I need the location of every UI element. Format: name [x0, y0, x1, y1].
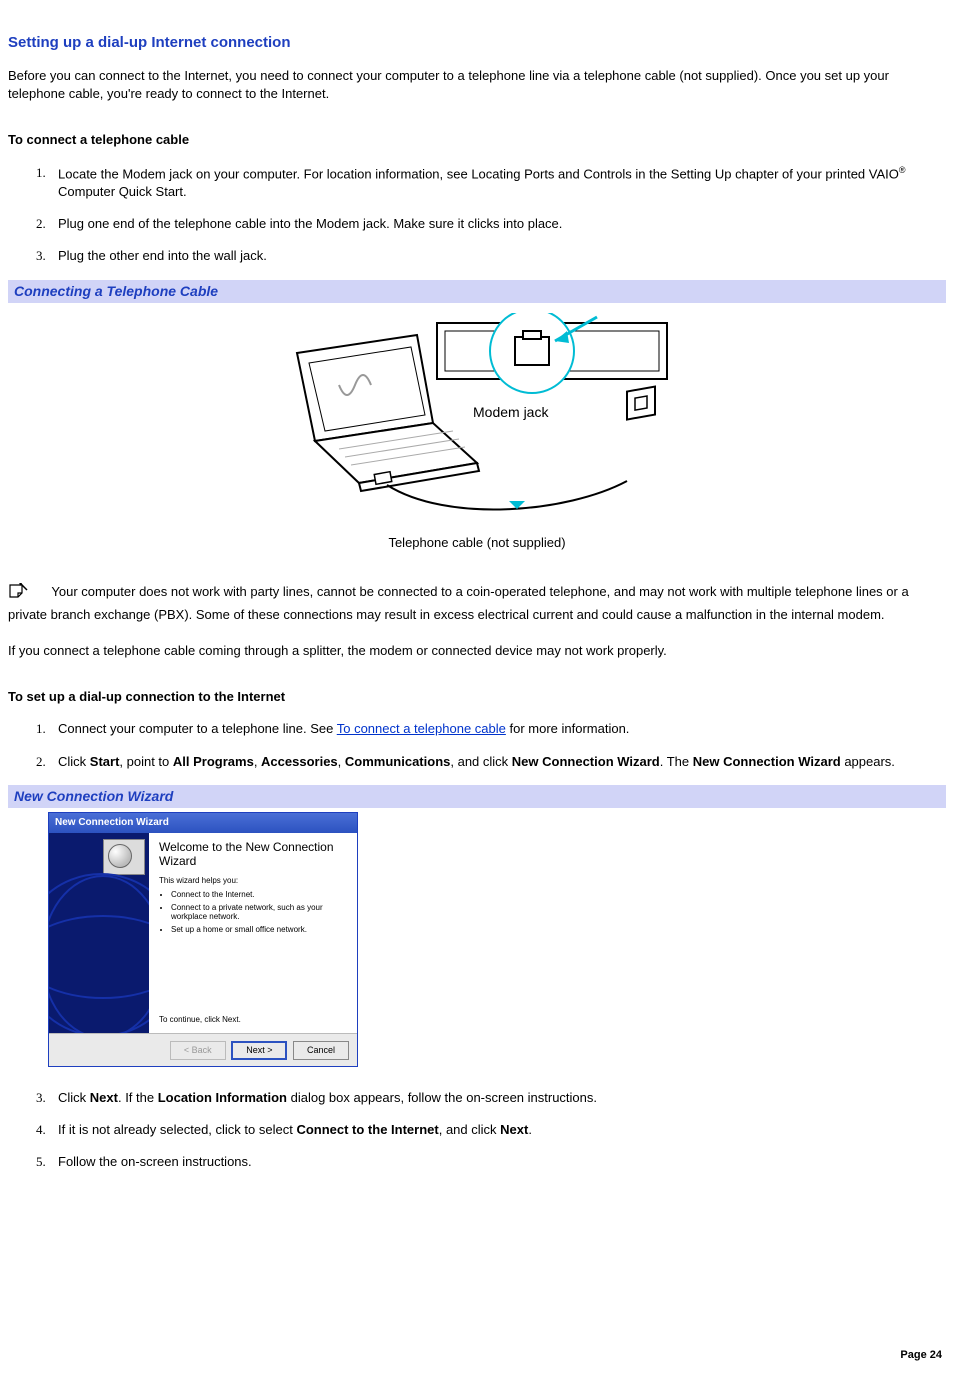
figure1-caption: Connecting a Telephone Cable — [8, 280, 946, 304]
back-button[interactable]: < Back — [170, 1041, 226, 1060]
list-text: for more information. — [506, 721, 630, 736]
list-number: 1. — [36, 164, 46, 182]
next-button[interactable]: Next > — [231, 1041, 287, 1060]
wizard-sidebar-icon — [103, 839, 145, 875]
list-item: 1. Connect your computer to a telephone … — [36, 720, 946, 738]
list-item: 1. Locate the Modem jack on your compute… — [36, 164, 946, 202]
page-number: Page 24 — [900, 1348, 942, 1363]
wizard-buttons: < Back Next > Cancel — [49, 1033, 357, 1066]
list-item: 4. If it is not already selected, click … — [36, 1121, 946, 1139]
list-item: 3. Click Next. If the Location Informati… — [36, 1089, 946, 1107]
section2-list-b: 3. Click Next. If the Location Informati… — [36, 1089, 946, 1172]
modem-jack-label: Modem jack — [473, 404, 549, 420]
section1-list: 1. Locate the Modem jack on your compute… — [36, 164, 946, 266]
list-text: Locate the Modem jack on your computer. … — [58, 166, 899, 181]
list-number: 3. — [36, 247, 46, 265]
wizard-bullet: Set up a home or small office network. — [171, 925, 347, 935]
list-number: 2. — [36, 753, 46, 771]
list-item: 2. Click Start, point to All Programs, A… — [36, 753, 946, 771]
list-text: Plug the other end into the wall jack. — [58, 248, 267, 263]
wizard-sidebar — [49, 833, 149, 1033]
cancel-button[interactable]: Cancel — [293, 1041, 349, 1060]
list-item: 5. Follow the on-screen instructions. — [36, 1153, 946, 1171]
wizard-titlebar: New Connection Wizard — [49, 813, 357, 833]
wizard-welcome: Welcome to the New Connection Wizard — [159, 841, 347, 869]
figure1-diagram: Modem jack Telephone cable (not supplied… — [8, 303, 946, 560]
wizard-continue: To continue, click Next. — [159, 1014, 241, 1025]
list-text: Plug one end of the telephone cable into… — [58, 216, 562, 231]
list-text: Connect your computer to a telephone lin… — [58, 721, 337, 736]
note-block: Your computer does not work with party l… — [8, 583, 946, 624]
wizard-helps: This wizard helps you: — [159, 875, 347, 886]
globe-icon — [49, 873, 149, 1033]
note-text-2: If you connect a telephone cable coming … — [8, 642, 946, 660]
list-number: 2. — [36, 215, 46, 233]
wizard-main: Welcome to the New Connection Wizard Thi… — [149, 833, 357, 1033]
wizard-window: New Connection Wizard Welcome to the New… — [48, 812, 358, 1067]
modem-diagram-icon: Modem jack — [267, 313, 687, 523]
wizard-bullet: Connect to the Internet. — [171, 890, 347, 900]
wall-jack-icon — [627, 387, 655, 420]
list-text: Computer Quick Start. — [58, 184, 187, 199]
note-icon — [8, 583, 30, 606]
figure2-caption: New Connection Wizard — [8, 785, 946, 809]
registered-mark: ® — [899, 165, 906, 175]
note-text: Your computer does not work with party l… — [8, 584, 909, 622]
list-number: 5. — [36, 1153, 46, 1171]
list-number: 3. — [36, 1089, 46, 1107]
section2-list-a: 1. Connect your computer to a telephone … — [36, 720, 946, 770]
section2-heading: To set up a dial-up connection to the In… — [8, 688, 946, 706]
list-text: Follow the on-screen instructions. — [58, 1154, 252, 1169]
wizard-bullets: Connect to the Internet. Connect to a pr… — [159, 890, 347, 934]
list-item: 3. Plug the other end into the wall jack… — [36, 247, 946, 265]
section1-heading: To connect a telephone cable — [8, 131, 946, 149]
list-item: 2. Plug one end of the telephone cable i… — [36, 215, 946, 233]
intro-paragraph: Before you can connect to the Internet, … — [8, 67, 946, 103]
telephone-cable-link[interactable]: To connect a telephone cable — [337, 721, 506, 736]
list-number: 4. — [36, 1121, 46, 1139]
cable-label: Telephone cable (not supplied) — [8, 534, 946, 552]
list-number: 1. — [36, 720, 46, 738]
wizard-bullet: Connect to a private network, such as yo… — [171, 903, 347, 922]
page-title: Setting up a dial-up Internet connection — [8, 32, 946, 53]
